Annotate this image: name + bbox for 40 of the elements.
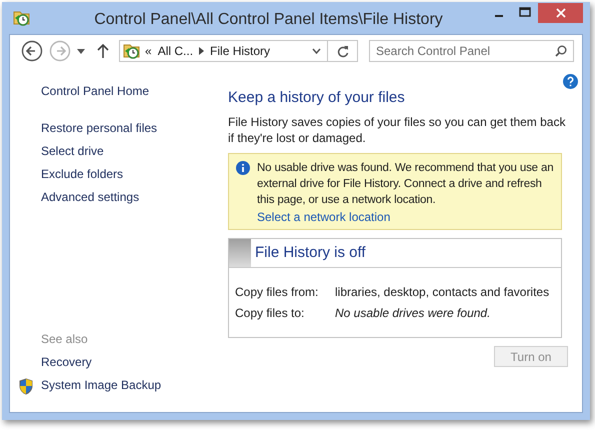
overflow-chevrons[interactable]: « <box>145 44 152 58</box>
window-title: Control Panel\All Control Panel Items\File History <box>93 11 444 29</box>
status-indicator <box>229 239 251 267</box>
shield-icon <box>18 378 34 395</box>
sidebar-link[interactable]: Control Panel Home <box>41 84 150 98</box>
network-location-link[interactable]: Select a network location <box>257 210 555 224</box>
sidebar-link[interactable]: Recovery <box>41 355 92 369</box>
folder-clock-icon <box>13 10 31 26</box>
back-button[interactable] <box>21 40 43 62</box>
recent-pages-button[interactable] <box>77 48 85 54</box>
sidebar-link[interactable]: Select drive <box>41 144 104 158</box>
page-heading: Keep a history of your files <box>228 89 406 106</box>
notice-message: No usable drive was found. We recommend that you use an external drive for File History. Connect a drive and refresh this page, or use a network location. <box>257 161 554 208</box>
search-icon <box>555 45 567 57</box>
help-icon[interactable] <box>563 74 578 89</box>
field-value: No usable drives were found. <box>335 306 490 320</box>
section-heading: See also <box>41 332 89 346</box>
sidebar-link[interactable]: Restore personal files <box>41 121 158 135</box>
field-label: Copy files to: <box>235 306 306 320</box>
breadcrumb[interactable]: File History <box>210 44 270 58</box>
sidebar-link[interactable]: Advanced settings <box>41 190 140 204</box>
breadcrumb[interactable]: All C... <box>158 44 194 58</box>
close-button[interactable] <box>538 3 583 23</box>
minimize-icon <box>495 15 503 17</box>
field-value: libraries, desktop, contacts and favorites <box>335 285 550 299</box>
maximize-icon <box>519 7 531 17</box>
close-icon <box>556 8 566 18</box>
address-bar[interactable]: « All C... File History <box>119 40 358 62</box>
field-label: Copy files from: <box>235 285 320 299</box>
info-icon <box>236 161 250 175</box>
refresh-icon <box>336 44 348 58</box>
description-text: File History saves copies of your files so you can get them back if they're lost or damaged. <box>228 114 566 146</box>
up-button[interactable] <box>97 44 109 58</box>
sidebar-link[interactable]: System Image Backup <box>41 378 162 392</box>
search-field[interactable]: Search Control Panel <box>369 40 574 62</box>
folder-clock-icon <box>123 43 141 59</box>
status-title: File History is off <box>255 244 366 263</box>
sidebar-link[interactable]: Exclude folders <box>41 167 124 181</box>
breadcrumb-arrow-icon[interactable] <box>199 47 204 55</box>
dropdown-chevron-icon[interactable] <box>312 48 321 54</box>
